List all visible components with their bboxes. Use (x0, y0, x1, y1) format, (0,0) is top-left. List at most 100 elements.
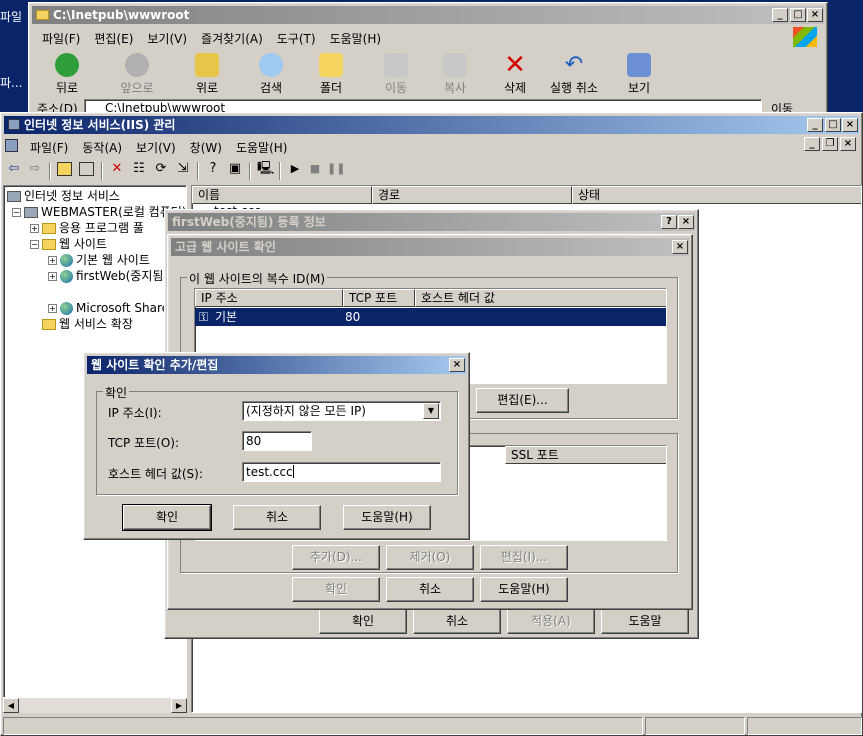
ok-button[interactable]: 확인 (292, 577, 380, 602)
ok-button[interactable]: 확인 (122, 504, 212, 531)
delete-button[interactable]: ✕ 삭제 (485, 52, 545, 96)
menu-file[interactable]: 파일(F) (23, 137, 75, 158)
desktop-label-file2[interactable]: 파... (0, 74, 22, 91)
refresh-icon[interactable]: ⟳ (153, 161, 169, 177)
help-question-button[interactable]: ? (661, 215, 677, 229)
mdi-minimize-button[interactable]: _ (804, 137, 820, 151)
computer-icon[interactable]: 🖳 (257, 161, 274, 177)
stop-icon[interactable]: ■ (307, 161, 323, 177)
show-hide-console-icon[interactable]: ▣ (227, 161, 243, 177)
undo-button[interactable]: ↶ 실행 취소 (542, 53, 606, 96)
advanced-titlebar[interactable]: 고급 웹 사이트 확인 × (171, 238, 689, 256)
tree-scrollbar[interactable]: ◀ ▶ (3, 697, 187, 713)
tree-extensions[interactable]: 웹 서비스 확장 (42, 316, 133, 332)
minimize-button[interactable]: _ (772, 8, 788, 22)
menu-view[interactable]: 보기(V) (140, 28, 194, 49)
edit-button[interactable]: 편집(E)... (476, 388, 569, 413)
add-button[interactable]: 추가(D)... (292, 545, 380, 570)
ok-button[interactable]: 확인 (319, 609, 407, 634)
column-ip[interactable]: IP 주소 (195, 289, 343, 307)
properties-icon[interactable]: ☷ (131, 161, 147, 177)
maximize-button[interactable]: □ (825, 118, 841, 132)
scroll-right-button[interactable]: ▶ (171, 698, 187, 713)
copy-button[interactable]: 복사 (425, 53, 485, 96)
close-button[interactable]: × (449, 358, 465, 372)
help-button[interactable]: 도움말(H) (343, 505, 431, 530)
tcp-port-input[interactable]: 80 (242, 431, 312, 451)
menu-favorites[interactable]: 즐겨찾기(A) (194, 28, 270, 49)
menu-window[interactable]: 창(W) (183, 137, 229, 158)
cancel-button[interactable]: 취소 (413, 609, 501, 634)
tree-app-pools[interactable]: + 응용 프로그램 풀 (30, 220, 144, 236)
edit-titlebar[interactable]: 웹 사이트 확인 추가/편집 × (87, 356, 466, 374)
column-status[interactable]: 상태 (572, 186, 861, 204)
iis-titlebar[interactable]: 인터넷 정보 서비스(IIS) 관리 _ □ × (4, 116, 859, 134)
tree-first-web[interactable]: + firstWeb(중지됨) (48, 268, 168, 284)
menu-action[interactable]: 동작(A) (75, 137, 129, 158)
menu-tools[interactable]: 도구(T) (270, 28, 323, 49)
desktop-label-file[interactable]: 파일 (0, 8, 22, 25)
host-header-input[interactable]: test.ccc (242, 462, 441, 482)
menu-help[interactable]: 도움말(H) (323, 28, 389, 49)
expand-icon[interactable]: + (30, 224, 39, 233)
search-button[interactable]: 검색 (241, 53, 301, 96)
move-button[interactable]: 이동 (366, 53, 426, 96)
edit2-button[interactable]: 편집(I)... (480, 545, 568, 570)
expand-icon[interactable]: + (48, 304, 57, 313)
close-button[interactable]: × (678, 215, 694, 229)
chevron-down-icon[interactable]: ▼ (423, 403, 439, 419)
help-icon[interactable]: ? (205, 161, 221, 177)
close-button[interactable]: × (807, 8, 823, 22)
column-host-header[interactable]: 호스트 헤더 값 (415, 289, 666, 307)
start-icon[interactable]: ▶ (287, 161, 303, 177)
ip-select[interactable]: (지정하지 않은 모든 IP) ▼ (242, 401, 441, 421)
mdi-close-button[interactable]: × (840, 137, 856, 151)
column-name[interactable]: 이름 (192, 186, 372, 204)
folders-button[interactable]: 폴더 (301, 53, 361, 96)
tree-web-sites[interactable]: − 웹 사이트 (30, 236, 107, 252)
collapse-icon[interactable]: − (12, 208, 21, 217)
column-ssl-port[interactable]: SSL 포트 (505, 446, 666, 464)
collapse-icon[interactable]: − (30, 240, 39, 249)
explorer-titlebar[interactable]: C:\Inetpub\wwwroot _ □ × (32, 6, 824, 24)
views-button[interactable]: 보기 (609, 53, 669, 96)
column-path[interactable]: 경로 (372, 186, 572, 204)
menu-file[interactable]: 파일(F) (35, 28, 87, 49)
column-tcp-port[interactable]: TCP 포트 (343, 289, 415, 307)
maximize-button[interactable]: □ (790, 8, 806, 22)
menu-help[interactable]: 도움말(H) (229, 137, 295, 158)
properties-titlebar[interactable]: firstWeb(중지됨) 등록 정보 ? × (168, 213, 695, 231)
up-button[interactable]: 위로 (177, 53, 237, 96)
mdi-restore-button[interactable]: ❐ (822, 137, 838, 151)
help-button[interactable]: 도움말(H) (480, 577, 568, 602)
apply-button[interactable]: 적용(A) (507, 609, 595, 634)
mdi-controls: _ ❐ × (804, 137, 858, 153)
close-button[interactable]: × (842, 118, 858, 132)
tree-default-site[interactable]: + 기본 웹 사이트 (48, 252, 150, 268)
scroll-left-button[interactable]: ◀ (3, 698, 19, 713)
export-list-icon[interactable]: ⇲ (175, 161, 191, 177)
forward-arrow-icon[interactable]: ⇨ (27, 161, 43, 177)
expand-icon[interactable]: + (48, 272, 57, 281)
expand-icon[interactable]: + (48, 256, 57, 265)
help-button[interactable]: 도움말 (601, 609, 689, 634)
up-folder-icon[interactable] (57, 162, 72, 176)
pause-icon[interactable]: ❚❚ (327, 161, 345, 177)
forward-button[interactable]: 앞으로 (107, 53, 167, 96)
folders-icon (319, 53, 343, 77)
back-arrow-icon[interactable]: ⇦ (6, 161, 22, 177)
tree-root[interactable]: 인터넷 정보 서비스 (7, 188, 120, 204)
delete-icon[interactable]: ✕ (109, 161, 125, 177)
minimize-button[interactable]: _ (807, 118, 823, 132)
remove-button[interactable]: 제거(O) (386, 545, 474, 570)
toolbar-separator (197, 162, 199, 180)
cancel-button[interactable]: 취소 (386, 577, 474, 602)
cancel-button[interactable]: 취소 (233, 505, 321, 530)
tree-server[interactable]: − WEBMASTER(로컬 컴퓨터) (12, 204, 186, 220)
back-button[interactable]: 뒤로 (37, 53, 97, 96)
menu-edit[interactable]: 편집(E) (87, 28, 140, 49)
menu-view[interactable]: 보기(V) (129, 137, 183, 158)
table-row[interactable]: ⚿ 기본 80 (195, 308, 666, 326)
show-tree-icon[interactable] (79, 162, 94, 176)
close-button[interactable]: × (672, 240, 688, 254)
